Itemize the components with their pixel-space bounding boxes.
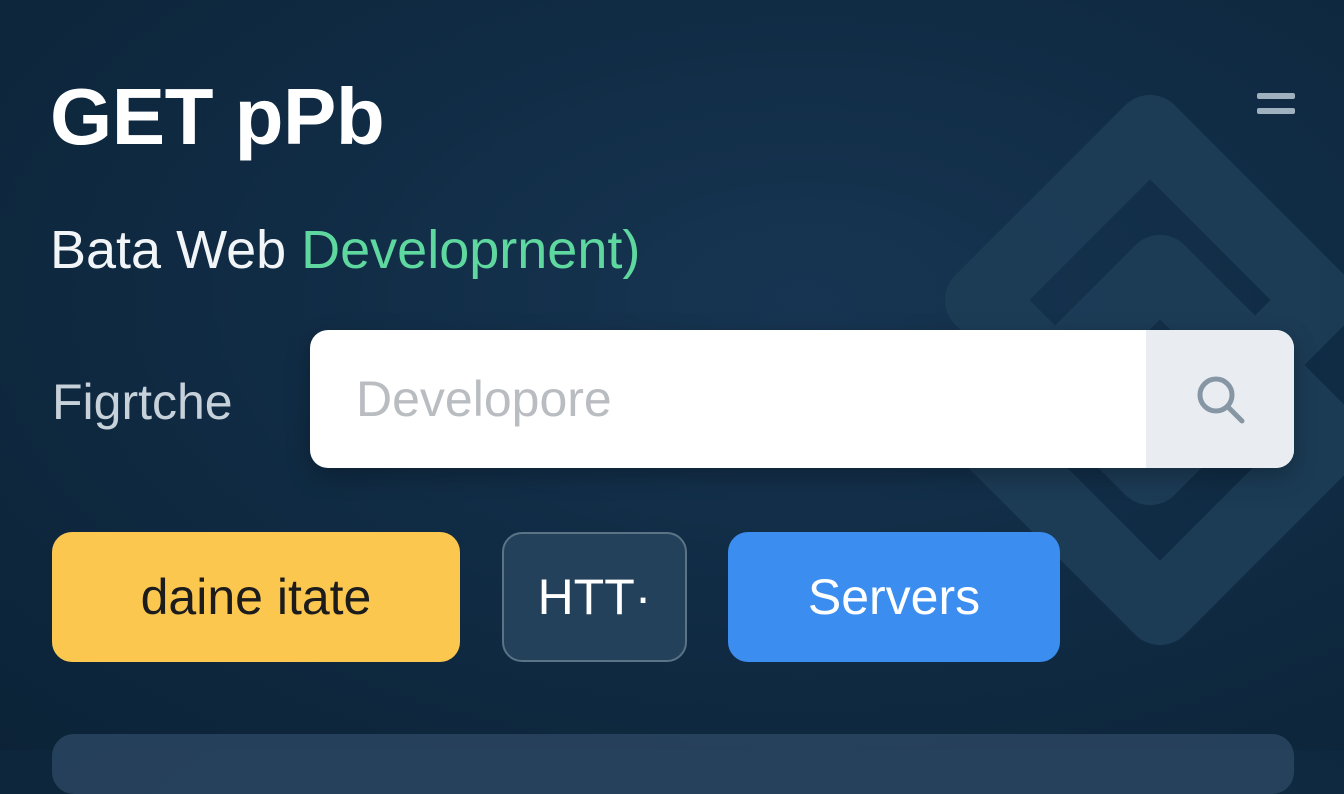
- search-label: Figrtche: [52, 374, 233, 430]
- bottom-panel: [52, 734, 1294, 794]
- chip-htt[interactable]: HTT·: [502, 532, 687, 662]
- chip-daine-itate[interactable]: daine itate: [52, 532, 460, 662]
- search-input[interactable]: [310, 330, 1146, 468]
- search-icon: [1197, 376, 1245, 424]
- search-box: [310, 330, 1294, 468]
- search-button[interactable]: [1146, 330, 1294, 468]
- chip-servers[interactable]: Servers: [728, 532, 1060, 662]
- hamburger-icon: [1257, 93, 1295, 99]
- page-subtitle: Bata Web Developrnent): [50, 218, 640, 282]
- subtitle-accent-text: Developrnent): [301, 220, 641, 280]
- hamburger-icon-bar: [1257, 108, 1295, 114]
- page-title: GET pPb: [50, 72, 385, 161]
- menu-button[interactable]: [1250, 86, 1302, 126]
- subtitle-text: Bata Web: [50, 220, 302, 280]
